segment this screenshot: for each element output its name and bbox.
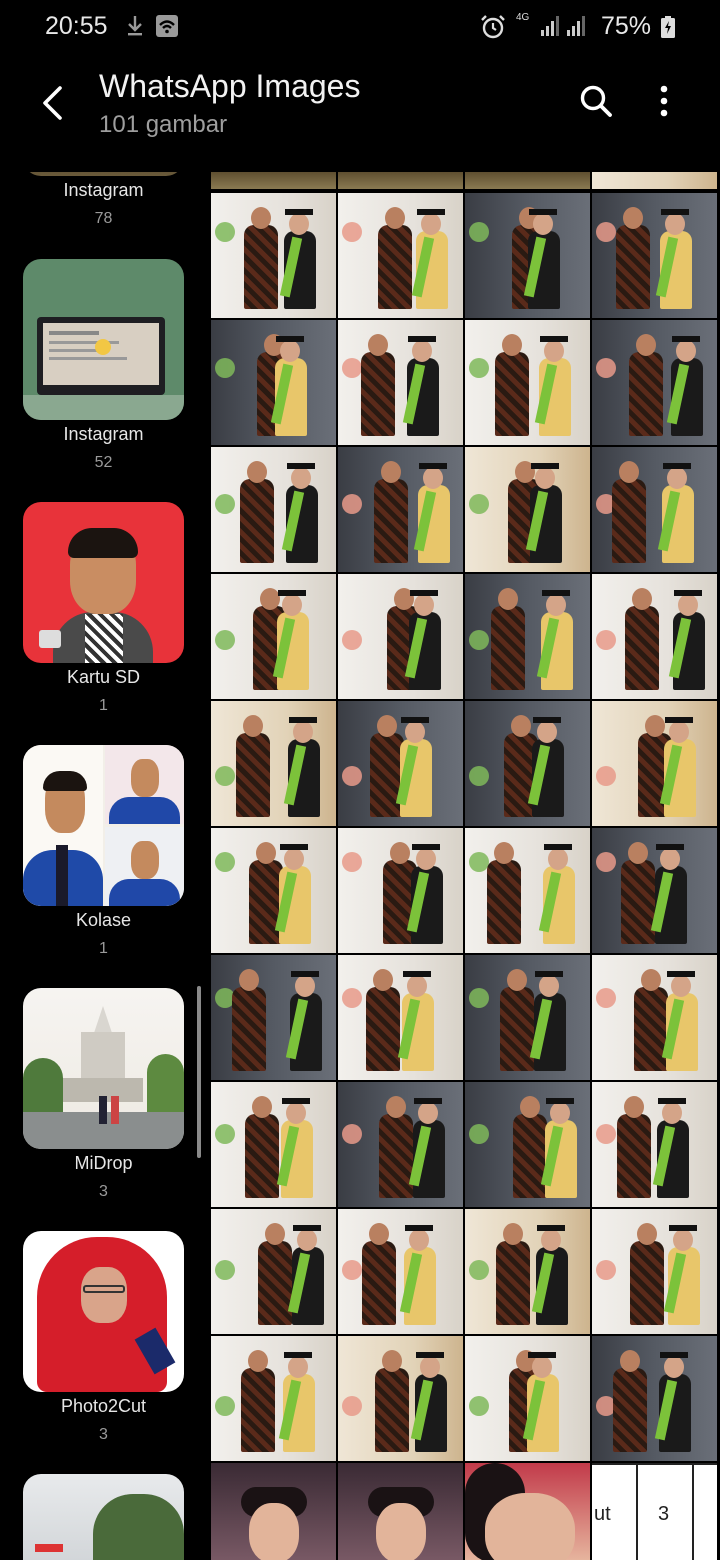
album-count: 3 [99,1426,108,1443]
album-name: Instagram [63,180,144,200]
table-cell-text: ut [594,1503,611,1525]
image-thumbnail[interactable] [338,1463,463,1560]
image-grid[interactable]: ut 3 [211,172,720,1560]
image-thumbnail[interactable] [211,574,336,699]
image-thumbnail[interactable] [592,193,717,318]
album-thumbnail [23,172,184,176]
image-thumbnail[interactable] [211,1209,336,1334]
album-item[interactable]: Kolase 1 [0,745,207,965]
album-name: Kolase [75,910,132,930]
album-count: 1 [99,697,108,714]
image-thumbnail[interactable] [465,1082,590,1207]
album-thumbnail [23,259,184,420]
album-item[interactable] [0,1474,207,1560]
image-thumbnail[interactable] [465,172,590,189]
more-vert-icon [660,85,668,117]
image-thumbnail[interactable] [211,701,336,826]
signal-icon [541,16,559,36]
image-thumbnail[interactable] [211,172,336,189]
album-count: 78 [94,210,113,227]
image-thumbnail[interactable] [592,828,717,953]
album-name: MiDrop [74,1153,133,1173]
image-thumbnail[interactable] [592,172,717,189]
image-thumbnail[interactable] [338,447,463,572]
battery-percent: 75% [601,12,652,40]
image-thumbnail[interactable] [465,955,590,1080]
alarm-icon [481,15,505,39]
image-thumbnail[interactable] [592,574,717,699]
table-cell-text: 3 [658,1503,670,1525]
page-title: WhatsApp Images [99,68,361,104]
image-count: 101 gambar [99,111,228,138]
image-thumbnail[interactable] [211,1082,336,1207]
album-item[interactable]: Kartu SD 1 [0,502,207,722]
album-name: Photo2Cut [60,1396,147,1416]
image-thumbnail[interactable] [465,1336,590,1461]
album-thumbnail [23,988,184,1149]
image-thumbnail[interactable] [465,320,590,445]
album-item[interactable]: Photo2Cut 3 [0,1231,207,1451]
image-thumbnail[interactable] [465,447,590,572]
status-time: 20:55 [45,12,108,40]
image-thumbnail[interactable] [338,701,463,826]
album-name: Kartu SD [66,667,141,687]
back-button[interactable] [30,78,80,128]
album-thumbnail [23,1231,184,1392]
image-thumbnail[interactable] [465,574,590,699]
scrollbar-thumb[interactable] [197,986,201,1158]
image-thumbnail[interactable] [211,1463,336,1560]
image-thumbnail[interactable] [592,1336,717,1461]
album-name: Instagram [63,424,144,444]
image-thumbnail[interactable] [211,193,336,318]
image-thumbnail[interactable] [592,1082,717,1207]
image-thumbnail[interactable]: ut 3 [592,1463,717,1560]
album-thumbnail [23,1474,184,1560]
image-thumbnail[interactable] [338,1209,463,1334]
album-item[interactable]: MiDrop 3 [0,988,207,1208]
image-thumbnail[interactable] [338,1336,463,1461]
image-thumbnail[interactable] [592,447,717,572]
image-thumbnail[interactable] [338,193,463,318]
image-thumbnail[interactable] [211,320,336,445]
image-thumbnail[interactable] [592,1209,717,1334]
search-button[interactable] [573,78,619,124]
image-thumbnail[interactable] [338,955,463,1080]
album-item[interactable]: Instagram 78 [0,172,207,232]
image-thumbnail[interactable] [338,574,463,699]
more-options-button[interactable] [645,78,683,124]
download-icon [128,16,142,36]
image-thumbnail[interactable] [211,955,336,1080]
image-thumbnail[interactable] [465,1209,590,1334]
image-thumbnail[interactable] [592,955,717,1080]
image-thumbnail[interactable] [338,172,463,189]
album-count: 3 [99,1183,108,1200]
image-thumbnail[interactable] [465,701,590,826]
image-thumbnail[interactable] [465,1463,590,1560]
album-count: 1 [99,940,108,957]
image-thumbnail[interactable] [338,1082,463,1207]
wifi-icon [156,15,178,37]
status-bar: 20:55 4G 75% [0,0,720,54]
image-thumbnail[interactable] [338,320,463,445]
image-thumbnail[interactable] [211,828,336,953]
image-thumbnail[interactable] [592,701,717,826]
battery-charging-icon [661,16,675,38]
search-icon [580,85,612,117]
image-thumbnail[interactable] [592,320,717,445]
album-thumbnail [23,745,184,906]
album-list[interactable]: Instagram 78 Instagram 52 Kartu SD 1 Kol… [0,172,207,1560]
signal-icon-sim2 [567,16,585,36]
image-thumbnail[interactable] [338,828,463,953]
image-thumbnail[interactable] [211,447,336,572]
image-thumbnail[interactable] [465,828,590,953]
image-thumbnail[interactable] [211,1336,336,1461]
network-type: 4G [516,12,530,23]
album-thumbnail [23,502,184,663]
album-item[interactable]: Instagram 52 [0,259,207,479]
album-count: 52 [94,454,113,471]
back-arrow-icon [43,86,62,120]
image-thumbnail[interactable] [465,193,590,318]
